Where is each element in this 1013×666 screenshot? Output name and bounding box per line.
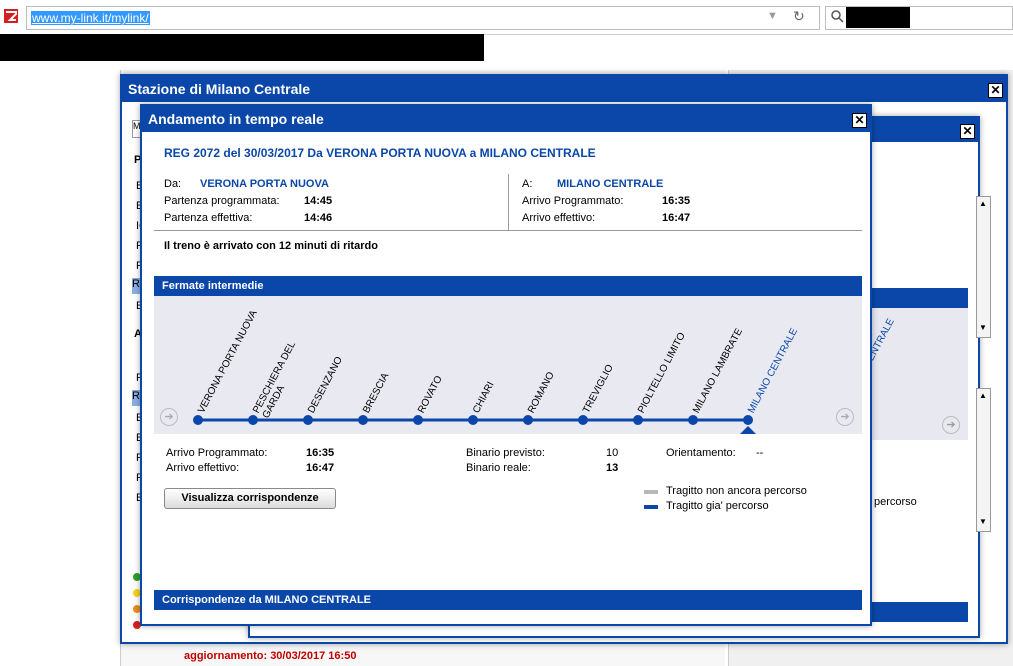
to-value: MILANO CENTRALE (557, 178, 664, 190)
view-connections-button[interactable]: Visualizza corrispondenze (164, 488, 336, 509)
legend-traveled: Tragitto gia' percorso (666, 500, 769, 512)
dep-actual-value: 14:46 (304, 212, 333, 224)
scroll-up-icon[interactable]: ▲ (979, 391, 987, 400)
intermediate-title: Fermate intermedie (154, 276, 862, 296)
background-timestamp-label: aggiornamento: 30/03/2017 16:50 (184, 650, 356, 662)
timestamp-value: 30/03/2017 16:50 (270, 650, 357, 662)
orientation-value: -- (756, 447, 764, 459)
secondary-bottom-bar (860, 602, 968, 622)
detail-arr-actual-label: Arrivo effettivo: (166, 462, 240, 474)
stop-dot-icon[interactable] (523, 415, 533, 425)
redacted-block (0, 34, 484, 61)
legend-not-traveled-swatch-icon (644, 490, 658, 494)
secondary-blue-bar (860, 288, 968, 308)
dep-sched-value: 14:45 (304, 195, 333, 207)
station-close-icon[interactable]: ✕ (988, 83, 1003, 98)
stop-dot-icon[interactable] (578, 415, 588, 425)
dep-actual-label: Partenza effettiva: (164, 212, 253, 224)
stop-dot-icon[interactable] (468, 415, 478, 425)
secondary-close-icon[interactable]: ✕ (960, 124, 975, 139)
column-divider (508, 174, 509, 230)
stops-track-area: ➔ ➔ VERONA PORTA NUOVA PESCHIERA DEL GARD… (154, 296, 862, 434)
arr-sched-label: Arrivo Programmato: (522, 195, 624, 207)
intermediate-panel: Fermate intermedie ➔ ➔ VERONA PORTA NUOV… (154, 276, 862, 612)
arr-actual-value: 16:47 (662, 212, 691, 224)
scroll-up-icon[interactable]: ▲ (979, 199, 987, 208)
to-label: A: (522, 178, 533, 190)
realtime-close-icon[interactable]: ✕ (852, 113, 867, 128)
scroll-right-icon[interactable]: ➔ (942, 416, 960, 434)
from-value: VERONA PORTA NUOVA (200, 178, 329, 190)
stop-dot-icon[interactable] (248, 415, 258, 425)
selected-stop-marker-icon (740, 426, 756, 434)
stop-dot-icon[interactable] (743, 415, 753, 425)
stop-dot-icon[interactable] (193, 415, 203, 425)
search-box[interactable] (825, 6, 1013, 30)
search-icon[interactable] (830, 8, 844, 27)
site-favicon-icon (4, 9, 18, 23)
stop-dot-icon[interactable] (633, 415, 643, 425)
timestamp-label: aggiornamento: (184, 650, 268, 662)
realtime-dialog: Andamento in tempo reale ✕ REG 2072 del … (140, 104, 872, 626)
header-separator (154, 230, 862, 231)
station-scrollbar-top[interactable]: ▲ ▼ (976, 196, 991, 338)
stop-dot-icon[interactable] (688, 415, 698, 425)
from-label: Da: (164, 178, 182, 190)
connections-bar[interactable]: Corrispondenze da MILANO CENTRALE (154, 590, 862, 610)
stop-dot-icon[interactable] (358, 415, 368, 425)
train-header: REG 2072 del 30/03/2017 Da VERONA PORTA … (164, 146, 596, 160)
arr-sched-value: 16:35 (662, 195, 691, 207)
status-text: Il treno è arrivato con 12 minuti di rit… (164, 240, 378, 252)
stop-dot-icon[interactable] (303, 415, 313, 425)
refresh-icon[interactable]: ↻ (793, 8, 805, 25)
station-scrollbar-bottom[interactable]: ▲ ▼ (976, 388, 991, 532)
legend-traveled-swatch-icon (644, 505, 658, 509)
secondary-legend-1: percorso (874, 496, 917, 508)
detail-arr-sched-label: Arrivo Programmato: (166, 447, 268, 459)
orientation-label: Orientamento: (666, 447, 736, 459)
platform-actual-value: 13 (606, 462, 619, 474)
scroll-down-icon[interactable]: ▼ (979, 517, 987, 526)
detail-arr-sched-value: 16:35 (306, 447, 335, 459)
station-dialog-title: Stazione di Milano Centrale (122, 76, 1006, 102)
scroll-down-icon[interactable]: ▼ (979, 323, 987, 332)
platform-actual-label: Binario reale: (466, 462, 531, 474)
secondary-track-area: CENTRALE ➔ (860, 308, 968, 440)
dropdown-arrow-icon[interactable]: ▼ (767, 10, 778, 22)
legend-not-traveled: Tragitto non ancora percorso (666, 485, 807, 497)
dep-sched-label: Partenza programmata: (164, 195, 280, 207)
arr-actual-label: Arrivo effettivo: (522, 212, 596, 224)
detail-arr-actual-value: 16:47 (306, 462, 335, 474)
browser-toolbar: www.my-link.it/mylink/ ▼ ↻ (0, 0, 1013, 35)
address-bar[interactable]: www.my-link.it/mylink/ ▼ ↻ (26, 6, 820, 30)
stop-dot-icon[interactable] (413, 415, 423, 425)
platform-planned-value: 10 (606, 447, 619, 459)
platform-planned-label: Binario previsto: (466, 447, 545, 459)
url-text[interactable]: www.my-link.it/mylink/ (31, 11, 150, 25)
redacted-block (846, 7, 910, 28)
realtime-dialog-title: Andamento in tempo reale (142, 106, 870, 132)
